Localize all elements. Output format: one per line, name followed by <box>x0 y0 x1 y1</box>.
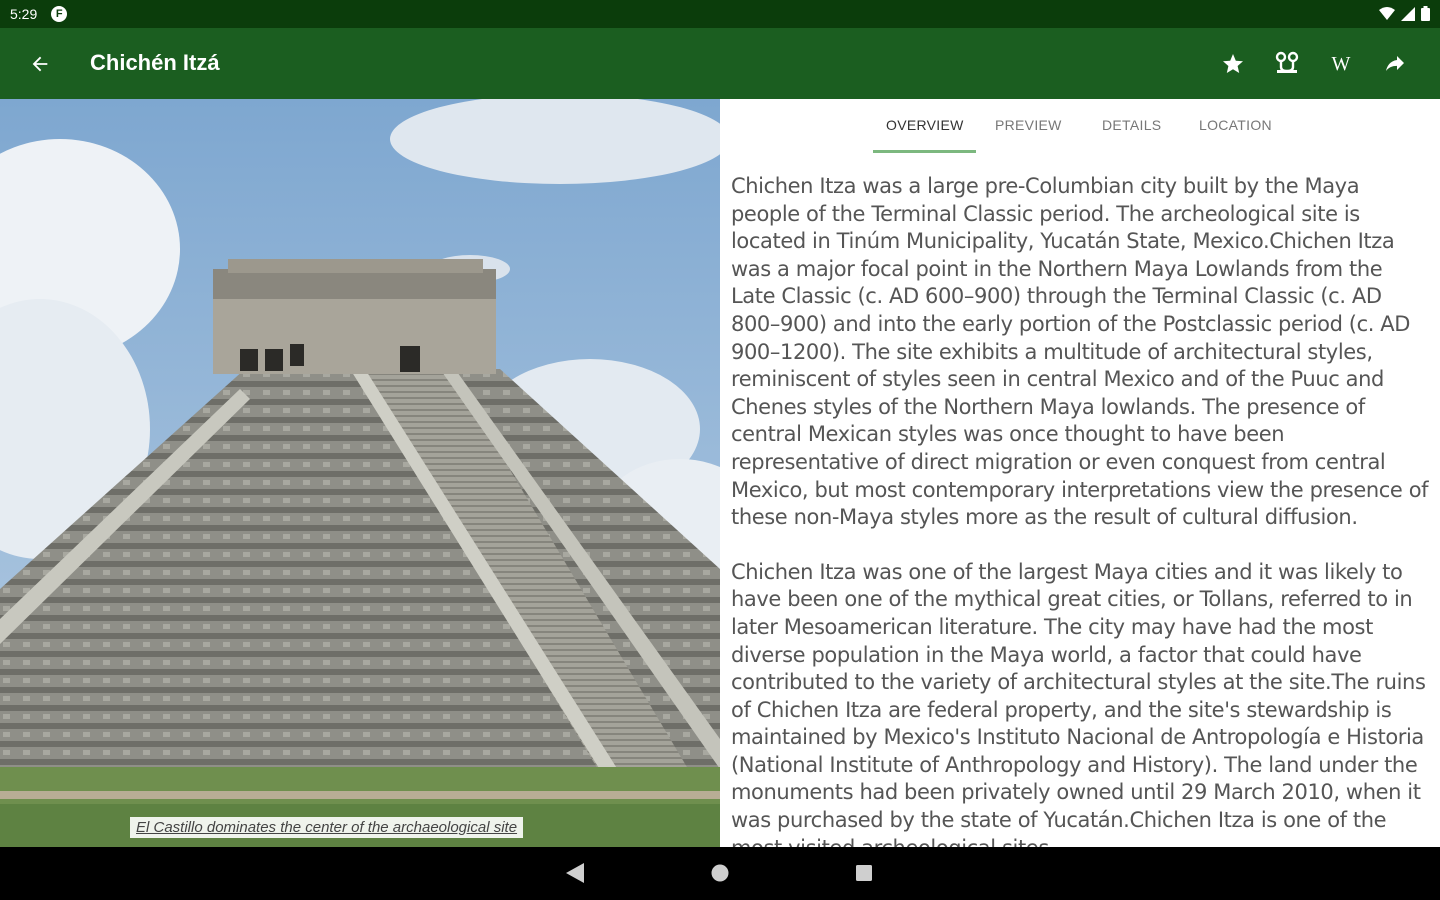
nav-back-icon[interactable] <box>566 863 584 883</box>
tab-location[interactable]: LOCATION <box>1199 117 1272 133</box>
favorite-button[interactable] <box>1206 46 1260 82</box>
app-bar: Chichén Itzá W <box>0 28 1440 99</box>
tab-details[interactable]: DETAILS <box>1102 117 1161 133</box>
tab-bar: OVERVIEW PREVIEW DETAILS LOCATION <box>720 99 1440 155</box>
image-caption[interactable]: El Castillo dominates the center of the … <box>130 817 524 838</box>
hero-image: El Castillo dominates the center of the … <box>0 99 720 847</box>
arrow-back-icon <box>32 56 48 72</box>
star-icon <box>1223 54 1243 73</box>
nav-recents-icon[interactable] <box>856 865 872 881</box>
signal-icon <box>1401 6 1415 21</box>
battery-icon <box>1421 6 1430 21</box>
nav-home-icon[interactable] <box>711 864 729 882</box>
pyramid-photo <box>0 99 720 847</box>
toolbar-actions: W <box>1206 46 1422 82</box>
tab-overview[interactable]: OVERVIEW <box>886 117 964 133</box>
navigation-bar <box>0 847 1440 900</box>
wikipedia-icon: W <box>1331 52 1351 75</box>
wikipedia-button[interactable]: W <box>1314 46 1368 82</box>
share-button[interactable] <box>1368 46 1422 82</box>
route-icon <box>1275 51 1299 73</box>
tab-indicator <box>873 150 976 153</box>
page-title: Chichén Itzá <box>90 50 220 75</box>
back-button[interactable] <box>24 48 56 80</box>
article-paragraph: Chichen Itza was a large pre-Columbian c… <box>731 174 1429 530</box>
article-paragraph: Chichen Itza was one of the largest Maya… <box>731 559 1426 847</box>
notification-icon: F <box>51 6 68 22</box>
article-text: Chichen Itza was a large pre-Columbian c… <box>731 173 1431 847</box>
status-bar: 5:29 F <box>0 0 1440 28</box>
share-icon <box>1386 56 1404 71</box>
wifi-icon <box>1379 6 1395 20</box>
tab-preview[interactable]: PREVIEW <box>995 117 1062 133</box>
status-time: 5:29 <box>10 6 38 22</box>
status-icons <box>1379 6 1430 21</box>
directions-button[interactable] <box>1260 46 1314 82</box>
content-panel: OVERVIEW PREVIEW DETAILS LOCATION Chiche… <box>720 99 1440 847</box>
